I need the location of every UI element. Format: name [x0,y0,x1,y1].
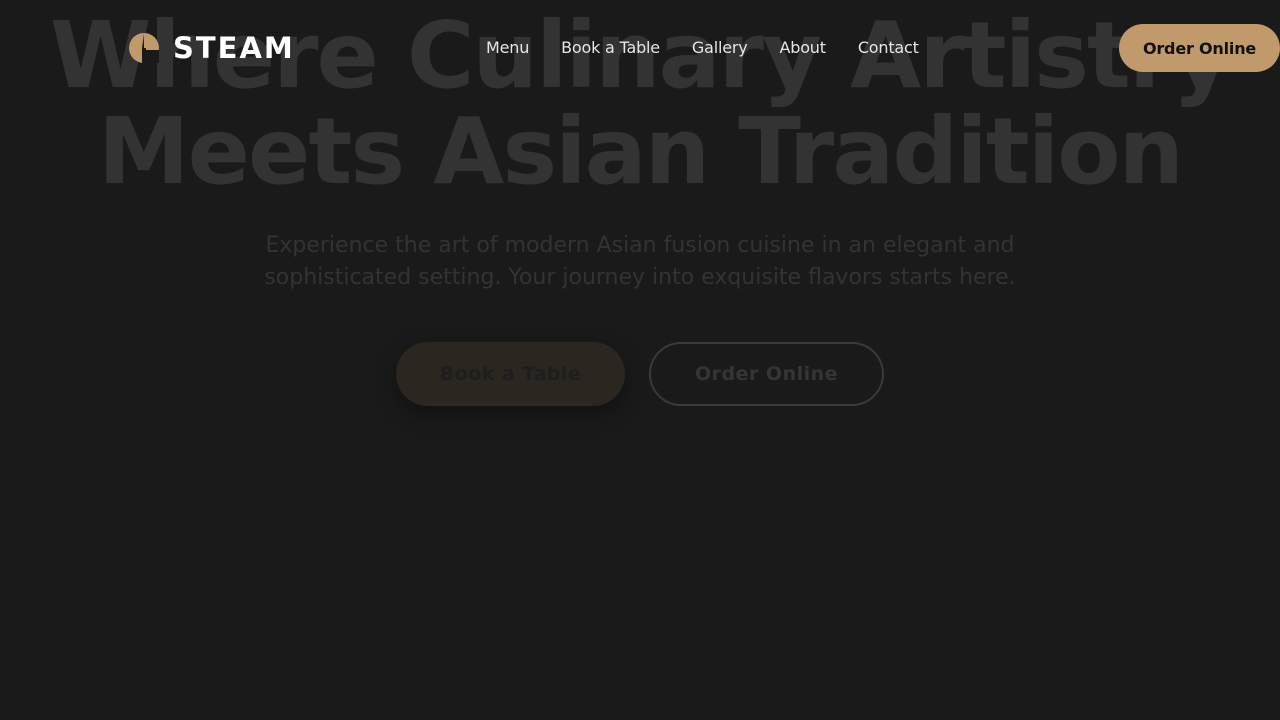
nav-item-contact[interactable]: Contact [858,36,919,60]
brand-name: STEAM [173,31,295,65]
nav-item-about[interactable]: About [780,36,827,60]
page: Where Culinary Artistry Meets Asian Trad… [0,0,1280,720]
hero-title-line-2: Meets Asian Tradition [98,98,1184,205]
nav-item-gallery[interactable]: Gallery [692,36,748,60]
brand-logo[interactable]: STEAM [129,31,295,65]
main-nav: Menu Book a Table Gallery About Contact [486,36,919,60]
hero-order-online-button[interactable]: Order Online [649,342,884,406]
order-online-button[interactable]: Order Online [1119,24,1280,72]
hero-actions: Book a Table Order Online [0,342,1280,406]
hero-book-table-button[interactable]: Book a Table [396,342,625,406]
site-header: STEAM Menu Book a Table Gallery About Co… [0,0,1280,96]
hero-subtitle: Experience the art of modern Asian fusio… [264,233,1016,290]
nav-item-menu[interactable]: Menu [486,36,529,60]
steam-logo-icon [129,33,159,63]
nav-item-book-a-table[interactable]: Book a Table [561,36,660,60]
